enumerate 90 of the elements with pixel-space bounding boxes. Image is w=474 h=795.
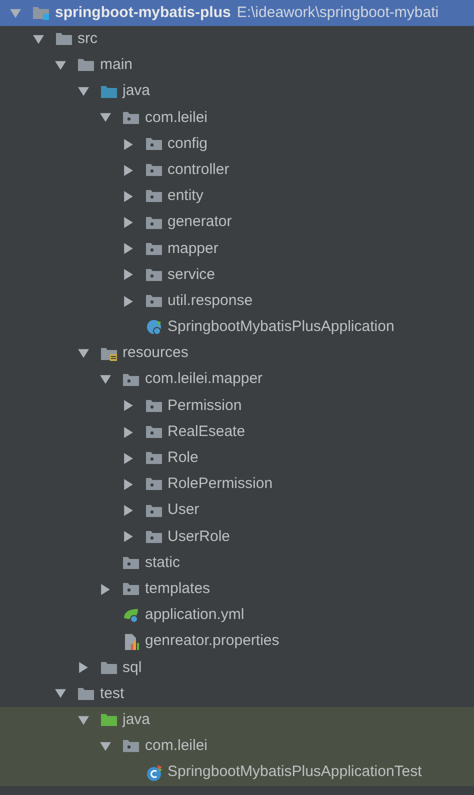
node-label: java (122, 710, 150, 730)
tree-row[interactable]: mapper (0, 236, 474, 262)
tree-row[interactable]: controller (0, 157, 474, 184)
expanded-arrow-icon[interactable] (78, 714, 88, 726)
node-label: src (78, 29, 98, 50)
collapsed-arrow-icon[interactable] (122, 164, 134, 176)
collapsed-arrow-icon[interactable] (122, 505, 134, 516)
collapsed-arrow-icon[interactable] (122, 217, 134, 228)
class-icon (144, 764, 162, 782)
collapsed-arrow-icon[interactable] (100, 584, 111, 595)
node-label: springboot-mybatis-plus (55, 2, 231, 23)
node-label: RolePermission (168, 474, 273, 494)
tree-row[interactable]: java (0, 707, 474, 734)
tree-row[interactable]: util.response (0, 288, 474, 314)
node-label: controller (168, 160, 230, 180)
leaf-file-icon (122, 606, 140, 624)
node-label: com.leilei (145, 108, 208, 128)
node-label: static (145, 552, 180, 573)
node-label: main (100, 55, 133, 76)
node-label: com.leilei.mapper (145, 369, 263, 390)
tree-row[interactable]: application.yml (0, 602, 474, 628)
collapsed-arrow-icon[interactable] (122, 478, 134, 490)
tree-row[interactable]: genreator.properties (0, 628, 474, 655)
tree-row[interactable]: Permission (0, 392, 474, 419)
chart-file-icon (122, 632, 140, 651)
node-label: application.yml (145, 605, 244, 626)
node-label: SpringbootMybatisPlusApplicationTest (168, 762, 422, 782)
tree-row[interactable]: resources (0, 340, 474, 367)
node-label: Role (168, 448, 198, 468)
collapsed-arrow-icon[interactable] (122, 452, 134, 464)
tree-row[interactable]: com.leilei (0, 733, 474, 760)
tree-row[interactable]: SpringbootMybatisPlusApplication (0, 314, 474, 340)
collapsed-arrow-icon[interactable] (78, 662, 88, 674)
tree-row[interactable]: entity (0, 183, 474, 210)
collapsed-arrow-icon[interactable] (122, 269, 134, 280)
expanded-arrow-icon[interactable] (100, 112, 111, 124)
collapsed-arrow-icon[interactable] (122, 138, 134, 150)
tree-row[interactable]: User (0, 498, 474, 524)
expanded-arrow-icon[interactable] (100, 740, 111, 752)
node-path: E:\ideawork\springboot-mybati (236, 2, 439, 23)
node-label: entity (168, 186, 204, 206)
expanded-arrow-icon[interactable] (78, 348, 88, 360)
module-folder-icon (32, 4, 50, 22)
node-label: sql (122, 658, 142, 678)
node-label: resources (122, 343, 188, 364)
tree-row[interactable]: java (0, 78, 474, 105)
node-label: service (168, 264, 216, 285)
collapsed-arrow-icon[interactable] (122, 243, 134, 254)
tree-row[interactable]: generator (0, 210, 474, 236)
tree-row[interactable]: UserRole (0, 524, 474, 550)
expanded-arrow-icon[interactable] (32, 34, 44, 45)
node-label: mapper (168, 238, 218, 259)
node-label: util.response (168, 290, 253, 311)
node-label: genreator.properties (145, 631, 280, 652)
tree-row[interactable]: Role (0, 445, 474, 472)
expanded-arrow-icon[interactable] (55, 60, 66, 71)
node-label: templates (145, 578, 210, 599)
class-icon (144, 318, 162, 336)
expanded-arrow-icon[interactable] (100, 374, 111, 386)
node-label: test (100, 684, 124, 704)
collapsed-arrow-icon[interactable] (122, 531, 134, 542)
tree-row[interactable]: sql (0, 654, 474, 681)
collapsed-arrow-icon[interactable] (122, 426, 134, 438)
collapsed-arrow-icon[interactable] (122, 190, 134, 202)
tree-row[interactable]: templates (0, 576, 474, 602)
expanded-arrow-icon[interactable] (78, 86, 88, 98)
node-label: RealEseate (168, 422, 246, 442)
node-label: com.leilei (145, 736, 208, 756)
expanded-arrow-icon[interactable] (55, 688, 66, 700)
node-label: User (168, 500, 200, 520)
node-label: java (122, 81, 150, 102)
tree-row[interactable]: springboot-mybatis-plus E:\ideawork\springboot-mybati (0, 0, 474, 26)
tree-row[interactable]: test (0, 680, 474, 708)
tree-row[interactable]: main (0, 52, 474, 79)
node-label: SpringbootMybatisPlusApplication (168, 317, 394, 338)
tree-row[interactable]: service (0, 262, 474, 288)
collapsed-arrow-icon[interactable] (122, 400, 134, 412)
tree-row[interactable]: config (0, 130, 474, 158)
tree-row[interactable]: src (0, 26, 474, 52)
tree-row[interactable]: RolePermission (0, 471, 474, 498)
node-label: config (168, 134, 208, 154)
node-label: Permission (168, 396, 242, 416)
tree-row[interactable]: static (0, 550, 474, 576)
tree-row[interactable]: RealEseate (0, 419, 474, 446)
node-label: generator (168, 212, 232, 232)
collapsed-arrow-icon[interactable] (122, 296, 134, 307)
node-label: UserRole (168, 526, 230, 547)
tree-row[interactable]: com.leilei (0, 104, 474, 131)
tree-row[interactable]: com.leilei.mapper (0, 366, 474, 393)
tree-row[interactable]: SpringbootMybatisPlusApplicationTest (0, 759, 474, 786)
